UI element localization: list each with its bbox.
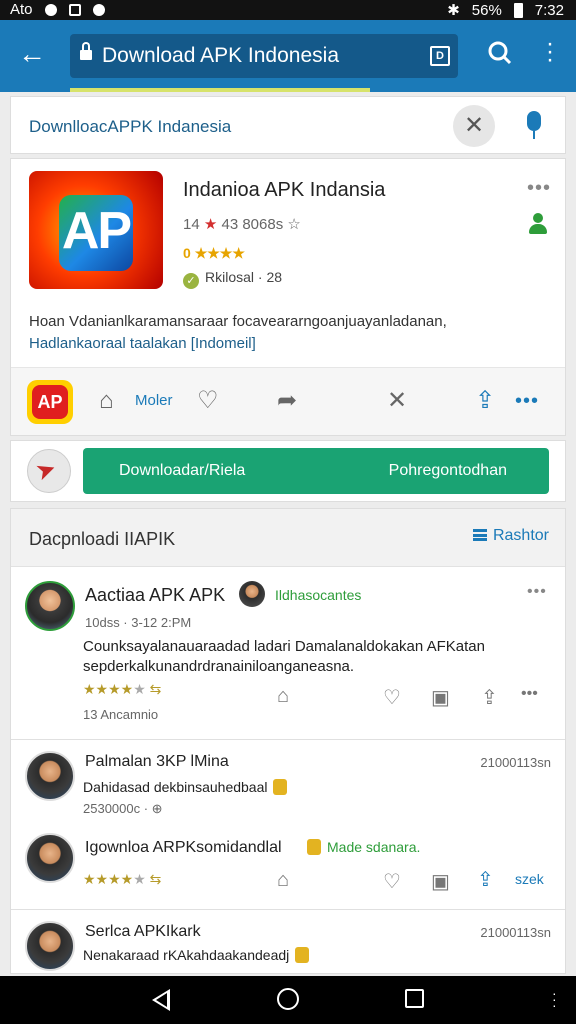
url-bar[interactable]: Download APK Indonesia D: [70, 34, 458, 78]
download-card: ➤ Downloadar/Riela Pohregontodhan: [10, 440, 566, 502]
upload-share-icon[interactable]: ⇪: [475, 386, 495, 416]
comment-author[interactable]: Palmalan 3KP lMina: [85, 753, 229, 771]
app-card: AP Indanioa APK Indansia ••• 14 ★ 43 806…: [10, 158, 566, 436]
app-rating: 0 ★★★★: [183, 245, 245, 261]
compass-icon[interactable]: ➤: [27, 449, 71, 493]
comment-body: Dahidasad dekbinsauhedbaal: [83, 777, 563, 797]
app-description-line2[interactable]: Hadlankaoraal taalakan [Indomeil]: [29, 333, 549, 355]
comment-tag[interactable]: Made sdanara.: [307, 839, 420, 855]
app-action-row: AP ⌂ Moler ♡ ➦ ✕ ⇪ •••: [11, 367, 565, 435]
reply-icon[interactable]: ⌂: [277, 685, 289, 708]
gallery-notification-icon: [68, 3, 81, 16]
share-arrow-icon[interactable]: ➦: [277, 386, 297, 416]
home-share-icon[interactable]: ⌂: [99, 386, 114, 416]
comment-tag[interactable]: Ildhasocantes: [275, 587, 361, 603]
search-icon[interactable]: [486, 38, 514, 70]
more-options-icon[interactable]: •••: [515, 386, 539, 416]
comment-author[interactable]: Aactiaa APK APK: [85, 585, 225, 606]
app-small-icon[interactable]: AP: [27, 380, 73, 424]
comment-meta: 2530000c · ⊕: [83, 801, 163, 816]
search-card: DownlloacAPPK Indanesia ✕: [10, 96, 566, 154]
app-description-line1: Hoan Vdanianlkaramansaraar focaveararngo…: [29, 313, 447, 330]
lock-icon: [80, 42, 92, 62]
comment-count: 13 Ancamnio: [83, 707, 159, 722]
sort-icon: [472, 529, 487, 541]
battery-icon: [513, 2, 523, 18]
close-icon[interactable]: ✕: [387, 386, 407, 416]
download-button-right-label: Pohregontodhan: [388, 462, 507, 479]
comment-date: 21000113sn: [480, 925, 551, 940]
avatar[interactable]: [25, 921, 75, 971]
app-description: Hoan Vdanianlkaramansaraar focaveararngo…: [29, 311, 549, 355]
search-input[interactable]: DownlloacAPPK Indanesia: [29, 117, 231, 137]
clear-search-icon[interactable]: ✕: [453, 105, 495, 147]
signal-text: 56%: [471, 1, 502, 19]
nav-recents-icon[interactable]: [405, 989, 424, 1008]
page-load-progress: [70, 88, 370, 92]
comment-rating: ★★★★★ ⇆: [83, 871, 162, 887]
app-notification-icon: [92, 3, 105, 16]
notification-icon: [44, 3, 57, 16]
heart-icon[interactable]: ♡: [383, 869, 401, 894]
comment-rating: ★★★★★ ⇆: [83, 681, 162, 697]
comment-more-icon[interactable]: •••: [527, 583, 547, 601]
url-text: Download APK Indonesia: [102, 44, 339, 67]
check-icon: ✓: [183, 273, 199, 289]
comment-author[interactable]: Igownloa ARPKsomidandlal: [85, 839, 282, 857]
comment-date: 21000113sn: [480, 755, 551, 770]
badge-icon: [273, 779, 288, 795]
heart-icon[interactable]: ♡: [383, 685, 401, 710]
comments-header: Dacpnloadi IIAPIK Rashtor: [11, 509, 565, 567]
avatar[interactable]: [25, 581, 75, 631]
divider: [11, 739, 565, 740]
sort-button[interactable]: Rashtor: [472, 527, 549, 545]
app-more-icon[interactable]: •••: [527, 177, 551, 200]
comment-options-icon[interactable]: •••: [521, 685, 538, 703]
bookmark-icon[interactable]: ▣: [431, 869, 450, 894]
overflow-menu-icon[interactable]: · · ·: [538, 32, 562, 72]
comments-title: Dacpnloadi IIAPIK: [29, 529, 176, 549]
status-bar: Ato ✱ 56% 7:32: [0, 0, 576, 20]
tabs-icon[interactable]: D: [430, 46, 450, 66]
share-icon[interactable]: ⇪: [477, 867, 494, 892]
nav-menu-icon[interactable]: · · ·: [552, 986, 557, 1012]
more-label[interactable]: Moler: [135, 392, 173, 409]
app-icon-letters: AP: [61, 202, 132, 260]
download-button[interactable]: Downloadar/Riela Pohregontodhan: [83, 448, 549, 494]
browser-toolbar: ← Download APK Indonesia D · · ·: [0, 20, 576, 92]
status-left-text: Ato: [10, 1, 33, 18]
bookmark-icon[interactable]: ▣: [431, 685, 450, 710]
comment-body: Counksayalanauaraadad ladari Damalanaldo…: [83, 638, 485, 675]
heart-icon[interactable]: ♡: [197, 386, 219, 416]
badge-icon: [295, 947, 310, 963]
divider: [11, 909, 565, 910]
avatar[interactable]: [25, 833, 75, 883]
bluetooth-icon: ✱: [447, 2, 460, 19]
clock: 7:32: [534, 1, 564, 19]
comment-meta: 10dss · 3-12 2:PM: [85, 615, 192, 630]
nav-home-icon[interactable]: [277, 988, 299, 1010]
system-nav-bar: · · ·: [0, 976, 576, 1024]
app-label: ✓ Rkilosal · 28: [183, 269, 282, 289]
share-icon[interactable]: ⇪: [481, 685, 498, 710]
comment-author[interactable]: Serlca APKIkark: [85, 923, 201, 941]
app-name[interactable]: Indanioa APK Indansia: [183, 179, 385, 202]
avatar[interactable]: [25, 751, 75, 801]
nav-back-icon[interactable]: [152, 989, 170, 1011]
reply-icon[interactable]: ⌂: [277, 869, 289, 892]
user-icon[interactable]: [527, 213, 549, 235]
comment-body: Nenakaraad rKAkahdaakandeadj: [83, 945, 563, 965]
comments-section: Dacpnloadi IIAPIK Rashtor Aactiaa APK AP…: [10, 508, 566, 974]
microphone-icon[interactable]: [523, 111, 545, 141]
app-meta: 14 ★ 43 8068s ☆: [183, 216, 301, 233]
back-arrow-icon[interactable]: ←: [16, 38, 48, 70]
download-button-label: Downloadar/Riela: [119, 462, 246, 479]
badge-icon: [307, 839, 321, 855]
comment-action-label[interactable]: szek: [515, 871, 544, 887]
app-icon[interactable]: AP: [29, 171, 163, 289]
mini-avatar[interactable]: [239, 581, 265, 607]
